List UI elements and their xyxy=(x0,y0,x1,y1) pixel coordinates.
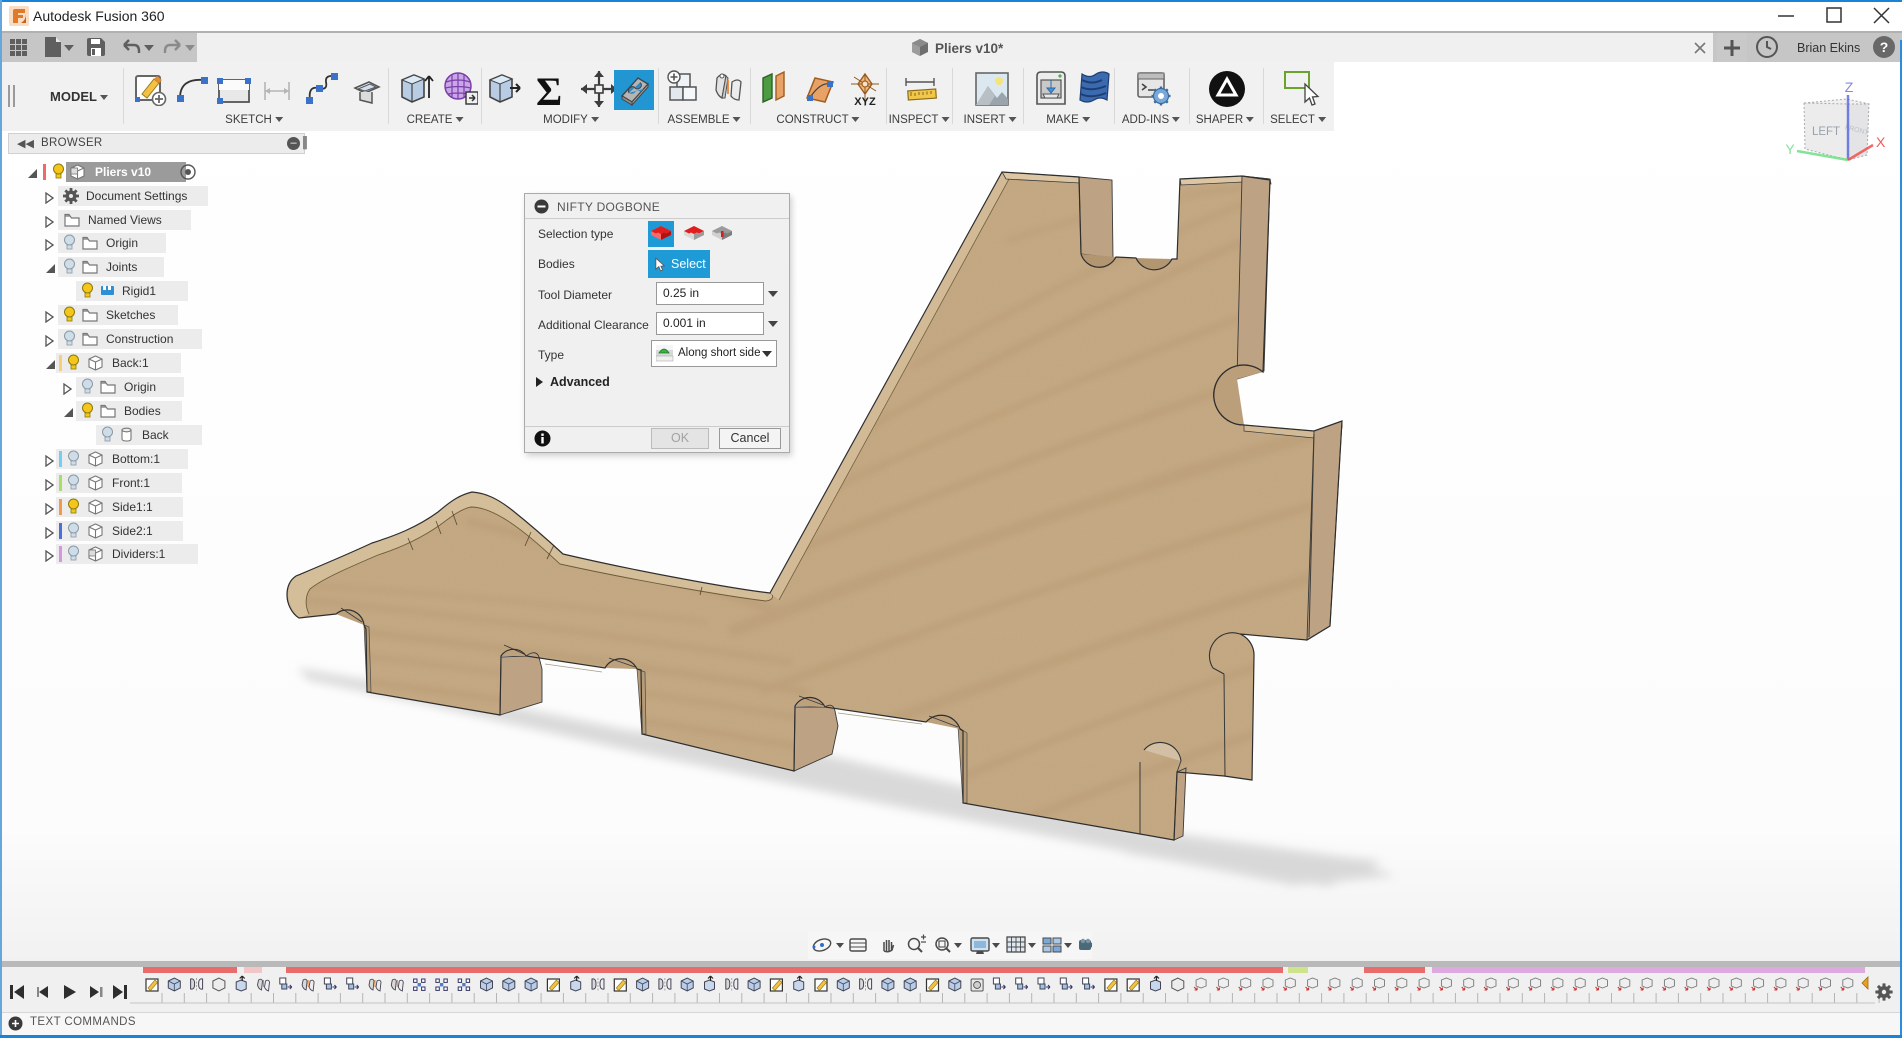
svg-text:?: ? xyxy=(1880,39,1889,55)
svg-text:Y: Y xyxy=(1785,141,1795,157)
svg-text:LEFT: LEFT xyxy=(1812,126,1840,138)
svg-text:X: X xyxy=(1876,134,1886,150)
svg-text:XYZ: XYZ xyxy=(854,96,876,108)
svg-text:Z: Z xyxy=(1845,79,1854,95)
